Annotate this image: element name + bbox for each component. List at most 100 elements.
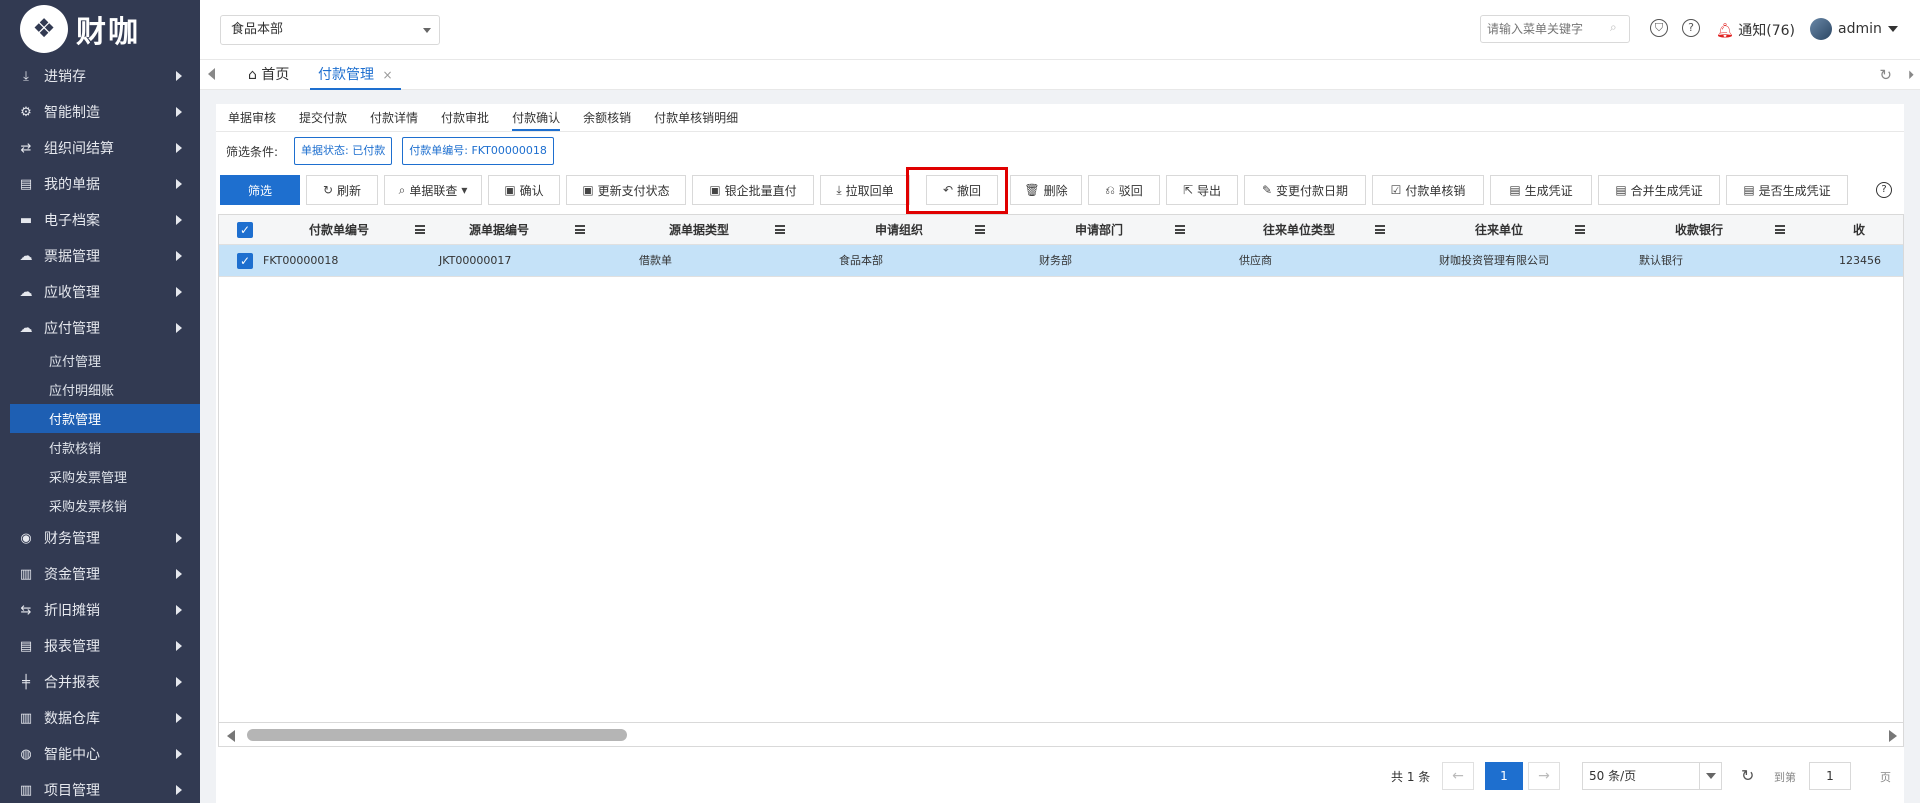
current-page[interactable]: 1 — [1485, 762, 1523, 790]
tab-scroll-right-icon[interactable]: ⏵ — [1908, 68, 1914, 83]
subtab[interactable]: 付款确认 — [512, 104, 561, 131]
column-header[interactable]: 付款单编号 — [259, 215, 419, 245]
save-icon: ▣ — [582, 183, 594, 197]
sidebar-subitem[interactable]: 付款核销 — [0, 433, 200, 462]
sidebar-item-b1[interactable]: ▥ 资金管理 — [0, 556, 200, 592]
help-icon[interactable]: ? — [1682, 19, 1700, 37]
gen-voucher-button[interactable]: ▤ 生成凭证 — [1490, 175, 1592, 205]
sidebar-item-a2[interactable]: ⇄ 组织间结算 — [0, 130, 200, 166]
select-all-checkbox[interactable]: ✓ — [237, 222, 253, 238]
sub-tabs: 单据审核 提交付款 付款详情 付款审批 付款确认 余额核销 付款单核销明细 — [216, 104, 1904, 132]
column-header[interactable]: 源单据编号 — [419, 215, 579, 245]
sidebar-item-label: 合并报表 — [44, 675, 100, 691]
column-header[interactable]: 申请部门 — [1019, 215, 1179, 245]
column-menu-icon[interactable] — [1575, 225, 1585, 234]
pull-receipt-button[interactable]: ⤓ 拉取回单 — [820, 175, 910, 205]
linked-query-button[interactable]: ⌕ 单据联查 ▾ — [384, 175, 482, 205]
filter-button[interactable]: 筛选 — [220, 175, 300, 205]
trash-icon: 🗑︎ — [1024, 183, 1040, 197]
user-menu[interactable]: admin — [1810, 18, 1898, 40]
confirm-button[interactable]: ▣ 确认 — [488, 175, 560, 205]
column-header[interactable]: 收款银行 — [1619, 215, 1779, 245]
refresh-icon[interactable]: ↻ — [1879, 66, 1892, 84]
withdraw-button[interactable]: ↶ 撤回 — [926, 175, 998, 205]
column-header[interactable]: 往来单位类型 — [1219, 215, 1379, 245]
column-header[interactable]: 申请组织 — [819, 215, 979, 245]
merge-voucher-label: 合并生成凭证 — [1630, 183, 1703, 198]
logo[interactable]: ❖ 财咖 — [0, 0, 200, 58]
help-icon[interactable]: ? — [1876, 182, 1892, 198]
search-icon[interactable]: ⌕ — [1610, 20, 1617, 35]
sidebar-item-b3[interactable]: ▤ 报表管理 — [0, 628, 200, 664]
table-row[interactable]: ✓ FKT00000018 JKT00000017 借款单 食品本部 财务部 供应商 财咖投… — [219, 245, 1903, 277]
page-size-select[interactable]: 50 条/页 — [1582, 762, 1722, 790]
scroll-right-icon[interactable] — [1889, 730, 1897, 742]
sidebar-item-a0[interactable]: ⤓ 进销存 — [0, 58, 200, 94]
reject-button[interactable]: ⎌ 驳回 — [1088, 175, 1160, 205]
column-menu-icon[interactable] — [975, 225, 985, 234]
subtab[interactable]: 单据审核 — [228, 104, 276, 131]
sidebar-item-b4[interactable]: ╪ 合并报表 — [0, 664, 200, 700]
scroll-left-icon[interactable] — [227, 730, 235, 742]
prev-page-icon[interactable]: ← — [1442, 762, 1474, 790]
check-doc-icon: ☑ — [1390, 183, 1402, 197]
sidebar-item-a4[interactable]: ▬ 电子档案 — [0, 202, 200, 238]
sidebar-item-b0[interactable]: ◉ 财务管理 — [0, 520, 200, 556]
subtab[interactable]: 余额核销 — [583, 104, 631, 131]
next-page-icon[interactable]: → — [1528, 762, 1560, 790]
tab-scroll-left-icon[interactable] — [208, 68, 215, 80]
sidebar-subitem[interactable]: 采购发票核销 — [0, 491, 200, 520]
tab-payment-management[interactable]: 付款管理 × — [310, 60, 401, 90]
org-select[interactable]: 食品本部 — [220, 15, 440, 45]
filter-chip-code[interactable]: 付款单编号: FKT00000018 — [402, 137, 554, 165]
goto-page-input[interactable]: 1 — [1809, 762, 1851, 790]
is-voucher-button[interactable]: ▤ 是否生成凭证 — [1726, 175, 1848, 205]
row-checkbox[interactable]: ✓ — [237, 253, 253, 269]
chevron-right-icon — [176, 323, 182, 333]
sidebar-subitem[interactable]: 应付管理 — [0, 346, 200, 375]
avatar — [1810, 18, 1832, 40]
sidebar-item-a7[interactable]: ☁ 应付管理 — [0, 310, 200, 346]
refresh-icon[interactable]: ↻ — [1741, 766, 1754, 785]
subtab[interactable]: 付款详情 — [370, 104, 418, 131]
delete-button[interactable]: 🗑︎ 删除 — [1010, 175, 1082, 205]
notification-button[interactable]: 🔔︎ 通知(76) — [1716, 20, 1795, 40]
sidebar-subitem[interactable]: 付款管理 — [10, 404, 200, 433]
sidebar-item-a1[interactable]: ⚙ 智能制造 — [0, 94, 200, 130]
subtab[interactable]: 付款单核销明细 — [654, 104, 738, 131]
column-header[interactable]: 往来单位 — [1419, 215, 1579, 245]
horizontal-scrollbar[interactable] — [219, 722, 1903, 746]
filter-chip-status[interactable]: 单据状态: 已付款 — [294, 137, 393, 165]
sidebar-item-b5[interactable]: ▥ 数据仓库 — [0, 700, 200, 736]
column-menu-icon[interactable] — [1775, 225, 1785, 234]
subtab[interactable]: 付款审批 — [441, 104, 489, 131]
column-menu-icon[interactable] — [575, 225, 585, 234]
sidebar-item-a3[interactable]: ▤ 我的单据 — [0, 166, 200, 202]
export-button[interactable]: ⇱ 导出 — [1166, 175, 1238, 205]
column-menu-icon[interactable] — [775, 225, 785, 234]
sidebar-item-b6[interactable]: ◍ 智能中心 — [0, 736, 200, 772]
undo-icon: ↶ — [942, 183, 954, 197]
shield-icon[interactable]: ⛉ — [1650, 19, 1668, 37]
tab-home[interactable]: ⌂ 首页 — [240, 60, 297, 90]
scrollbar-thumb[interactable] — [247, 729, 627, 741]
merge-voucher-button[interactable]: ▤ 合并生成凭证 — [1598, 175, 1720, 205]
column-header[interactable]: 源单据类型 — [619, 215, 779, 245]
close-icon[interactable]: × — [382, 68, 392, 82]
subtab[interactable]: 提交付款 — [299, 104, 347, 131]
sidebar-item-b7[interactable]: ▥ 项目管理 — [0, 772, 200, 803]
sidebar-item-b2[interactable]: ⇆ 折旧摊销 — [0, 592, 200, 628]
update-status-button[interactable]: ▣ 更新支付状态 — [566, 175, 686, 205]
sidebar-item-a5[interactable]: ☁ 票据管理 — [0, 238, 200, 274]
verify-button[interactable]: ☑ 付款单核销 — [1372, 175, 1484, 205]
column-menu-icon[interactable] — [1375, 225, 1385, 234]
change-date-button[interactable]: ✎ 变更付款日期 — [1244, 175, 1366, 205]
sidebar-subitem[interactable]: 应付明细账 — [0, 375, 200, 404]
sidebar-subitem[interactable]: 采购发票管理 — [0, 462, 200, 491]
bank-direct-pay-button[interactable]: ▣ 银企批量直付 — [692, 175, 814, 205]
sidebar-item-a6[interactable]: ☁ 应收管理 — [0, 274, 200, 310]
column-menu-icon[interactable] — [1175, 225, 1185, 234]
refresh-button[interactable]: ↻ 刷新 — [306, 175, 378, 205]
column-header[interactable]: 收 — [1819, 215, 1899, 245]
menu-search-input[interactable] — [1480, 15, 1630, 43]
